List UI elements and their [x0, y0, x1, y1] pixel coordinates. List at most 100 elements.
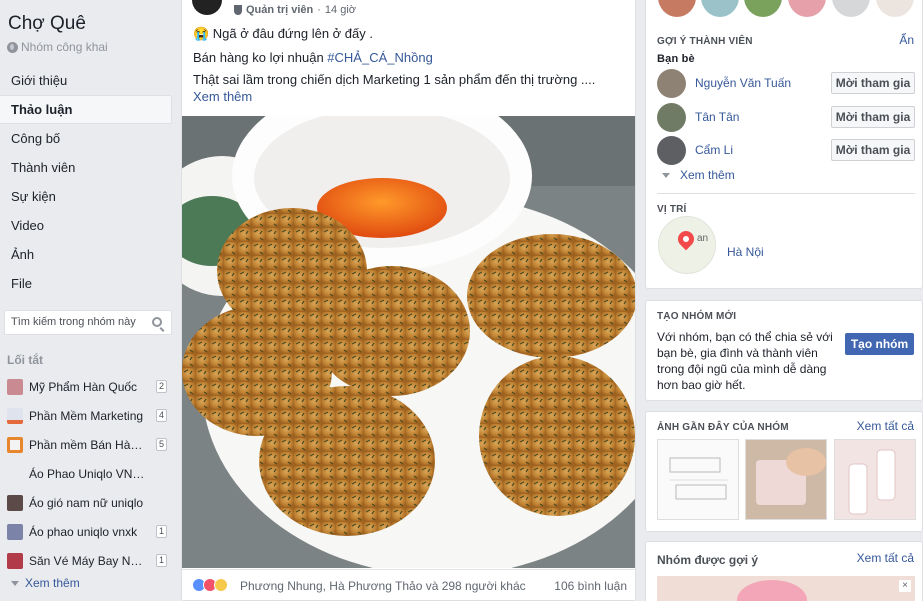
group-thumbnail-icon: [7, 466, 23, 482]
invite-button[interactable]: Mời tham gia: [831, 139, 915, 161]
nav-item-photos[interactable]: Ảnh: [0, 240, 172, 269]
shortcut-label: Mỹ Phẩm Hàn Quốc: [29, 379, 138, 394]
nav-item-events[interactable]: Sự kiện: [0, 182, 172, 211]
nav-item-announcements[interactable]: Công bố: [0, 124, 172, 153]
shortcut-badge: 1: [155, 525, 167, 538]
suggest-members-card: GỢI Ý THÀNH VIÊN Ẩn Bạn bè Nguyễn Văn Tu…: [645, 0, 923, 289]
suggested-group-cover[interactable]: ×: [657, 576, 915, 601]
member-avatar[interactable]: [658, 0, 696, 17]
shortcuts-see-more[interactable]: Xem thêm: [11, 576, 80, 590]
chevron-down-icon: [11, 580, 19, 586]
create-group-description: Với nhóm, bạn có thể chia sẻ với bạn bè,…: [657, 330, 833, 392]
shortcut-item[interactable]: Phần mềm Bán Hàn... 5: [0, 430, 172, 459]
friend-avatar[interactable]: [657, 103, 686, 132]
member-avatar[interactable]: [832, 0, 870, 17]
location-city[interactable]: Hà Nội: [727, 245, 764, 259]
post-text-line-3: Thật sai lầm trong chiến dịch Marketing …: [193, 72, 596, 87]
group-nav: Giới thiệu Thảo luận Công bố Thành viên …: [0, 66, 172, 298]
shortcuts-list: Mỹ Phẩm Hàn Quốc 2 Phần Mềm Marketing 4 …: [0, 372, 172, 575]
group-thumbnail-icon: [7, 436, 23, 453]
reaction-icons[interactable]: [192, 578, 228, 592]
recent-photos-title: ẢNH GẦN ĐÂY CỦA NHÓM: [657, 422, 789, 433]
suggested-groups-see-all[interactable]: Xem tất cả: [857, 551, 914, 565]
comment-count[interactable]: 106 bình luận: [554, 579, 627, 593]
friend-name[interactable]: Nguyễn Văn Tuấn: [695, 76, 791, 90]
location-title: VỊ TRÍ: [657, 204, 687, 215]
suggest-members-title: GỢI Ý THÀNH VIÊN: [657, 36, 753, 47]
recent-photo-thumbnail[interactable]: [745, 439, 827, 520]
group-thumbnail-icon: [7, 523, 23, 540]
divider: [657, 193, 915, 194]
globe-icon: [7, 41, 18, 53]
haha-icon: [214, 578, 228, 592]
nav-item-members[interactable]: Thành viên: [0, 153, 172, 182]
shortcut-item[interactable]: Phần Mềm Marketing 4: [0, 401, 172, 430]
member-avatar[interactable]: [744, 0, 782, 17]
fish-cake-photo: [182, 116, 635, 568]
location-map[interactable]: an: [658, 216, 716, 274]
hide-suggestions-link[interactable]: Ẩn: [899, 33, 914, 47]
post-meta: Quản trị viên · 14 giờ: [234, 4, 356, 16]
group-search-placeholder: Tìm kiếm trong nhóm này: [11, 316, 136, 328]
nav-item-files[interactable]: File: [0, 269, 172, 298]
create-group-button[interactable]: Tạo nhóm: [845, 333, 914, 355]
shortcut-label: Áo gió nam nữ uniqlo: [29, 495, 144, 510]
shortcut-item[interactable]: Áo phao uniqlo vnxk 1: [0, 517, 172, 546]
invite-button[interactable]: Mời tham gia: [831, 72, 915, 94]
shortcut-badge: 5: [155, 438, 167, 451]
friend-avatar[interactable]: [657, 136, 686, 165]
search-icon[interactable]: [152, 317, 162, 327]
shortcut-item[interactable]: Mỹ Phẩm Hàn Quốc 2: [0, 372, 172, 401]
map-label: an: [697, 233, 709, 244]
friend-name[interactable]: Tân Tân: [695, 110, 739, 124]
create-group-title: TẠO NHÓM MỚI: [657, 311, 737, 322]
suggestions-see-more-label: Xem thêm: [680, 168, 735, 182]
hashtag-link[interactable]: #CHẢ_CÁ_Nhồng: [327, 50, 433, 65]
group-privacy-label: Nhóm công khai: [21, 40, 108, 54]
feed-post: Quản trị viên · 14 giờ 😭 Ngã ở đâu đứng …: [181, 0, 636, 601]
suggested-groups-title: Nhóm được gợi ý: [657, 553, 759, 567]
shortcut-badge: 1: [155, 554, 167, 567]
member-avatar[interactable]: [788, 0, 826, 17]
shortcut-item[interactable]: Áo Phao Uniqlo VNXK: [0, 459, 172, 488]
close-icon[interactable]: ×: [899, 580, 911, 592]
member-avatar[interactable]: [701, 0, 739, 17]
invite-button[interactable]: Mời tham gia: [831, 106, 915, 128]
post-see-more-link[interactable]: Xem thêm: [193, 89, 252, 104]
group-title[interactable]: Chợ Quê: [8, 13, 86, 35]
nav-item-discussion[interactable]: Thảo luận: [0, 95, 172, 124]
shortcut-label: Áo Phao Uniqlo VNXK: [29, 466, 147, 481]
shortcut-label: Phần Mềm Marketing: [29, 408, 144, 423]
member-avatar[interactable]: [876, 0, 914, 17]
suggested-groups-card: Nhóm được gợi ý Xem tất cả ×: [645, 541, 923, 601]
recent-photo-thumbnail[interactable]: [834, 439, 916, 520]
left-sidebar: Chợ Quê Nhóm công khai Giới thiệu Thảo l…: [0, 0, 180, 601]
post-photo[interactable]: [182, 116, 635, 568]
friend-name[interactable]: Cẩm Li: [695, 143, 733, 157]
shortcut-item[interactable]: Áo gió nam nữ uniqlo: [0, 488, 172, 517]
friend-suggestion-row: Tân Tân Mời tham gia: [657, 102, 919, 132]
recent-photo-image: [835, 440, 915, 519]
group-privacy: Nhóm công khai: [7, 40, 108, 54]
nav-item-videos[interactable]: Video: [0, 211, 172, 240]
post-text-prefix: Bán hàng ko lợi nhuận: [193, 50, 328, 65]
recent-photos-see-all[interactable]: Xem tất cả: [857, 419, 914, 433]
chevron-down-icon: [662, 172, 670, 178]
suggested-group-cover-image: [737, 580, 807, 601]
post-timestamp[interactable]: 14 giờ: [325, 4, 356, 16]
recent-photo-thumbnail[interactable]: [657, 439, 739, 520]
friend-avatar[interactable]: [657, 69, 686, 98]
shortcut-label: Săn Vé Máy Bay Nội ...: [29, 553, 147, 568]
group-thumbnail-icon: [7, 494, 23, 511]
create-group-card: TẠO NHÓM MỚI Với nhóm, bạn có thể chia s…: [645, 300, 923, 401]
post-author-avatar[interactable]: [192, 0, 222, 15]
group-search-input[interactable]: Tìm kiếm trong nhóm này: [4, 310, 172, 335]
reaction-names[interactable]: Phương Nhung, Hà Phương Thảo và 298 ngườ…: [240, 579, 526, 593]
shortcuts-title: Lối tắt: [7, 353, 43, 367]
nav-item-about[interactable]: Giới thiệu: [0, 66, 172, 95]
friend-suggestion-row: Nguyễn Văn Tuấn Mời tham gia: [657, 68, 919, 98]
post-separator: ·: [317, 4, 321, 16]
post-text-line-1: 😭 Ngã ở đâu đứng lên ở đấy .: [193, 26, 373, 41]
suggestions-see-more[interactable]: Xem thêm: [662, 168, 735, 182]
shortcut-item[interactable]: Săn Vé Máy Bay Nội ... 1: [0, 546, 172, 575]
